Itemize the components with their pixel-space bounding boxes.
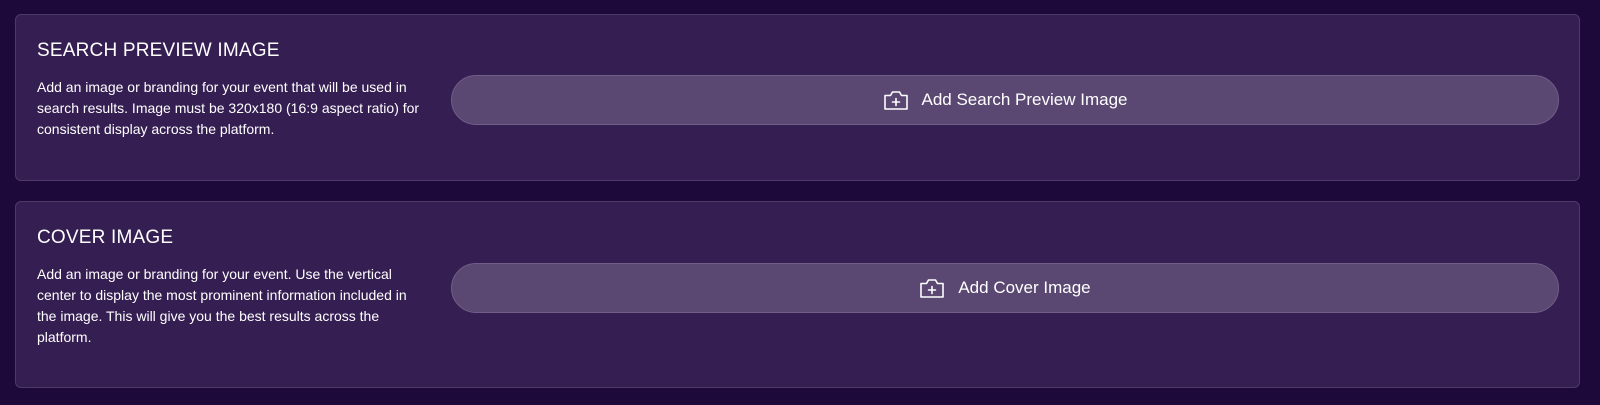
add-cover-image-label: Add Cover Image bbox=[958, 278, 1091, 297]
page: SEARCH PREVIEW IMAGE Add an image or bra… bbox=[0, 0, 1600, 405]
add-search-preview-image-button[interactable]: Add Search Preview Image bbox=[451, 75, 1559, 125]
search-preview-image-description: Add an image or branding for your event … bbox=[37, 79, 420, 137]
camera-plus-icon bbox=[883, 89, 909, 111]
search-preview-image-card: SEARCH PREVIEW IMAGE Add an image or bra… bbox=[15, 14, 1580, 181]
camera-plus-icon bbox=[919, 277, 945, 299]
cover-image-card: COVER IMAGE Add an image or branding for… bbox=[15, 201, 1580, 388]
search-preview-image-title: SEARCH PREVIEW IMAGE bbox=[37, 40, 280, 61]
cover-image-description: Add an image or branding for your event.… bbox=[37, 266, 407, 345]
cover-image-title: COVER IMAGE bbox=[37, 227, 174, 248]
add-cover-image-button[interactable]: Add Cover Image bbox=[451, 263, 1559, 313]
add-search-preview-image-label: Add Search Preview Image bbox=[921, 90, 1128, 109]
